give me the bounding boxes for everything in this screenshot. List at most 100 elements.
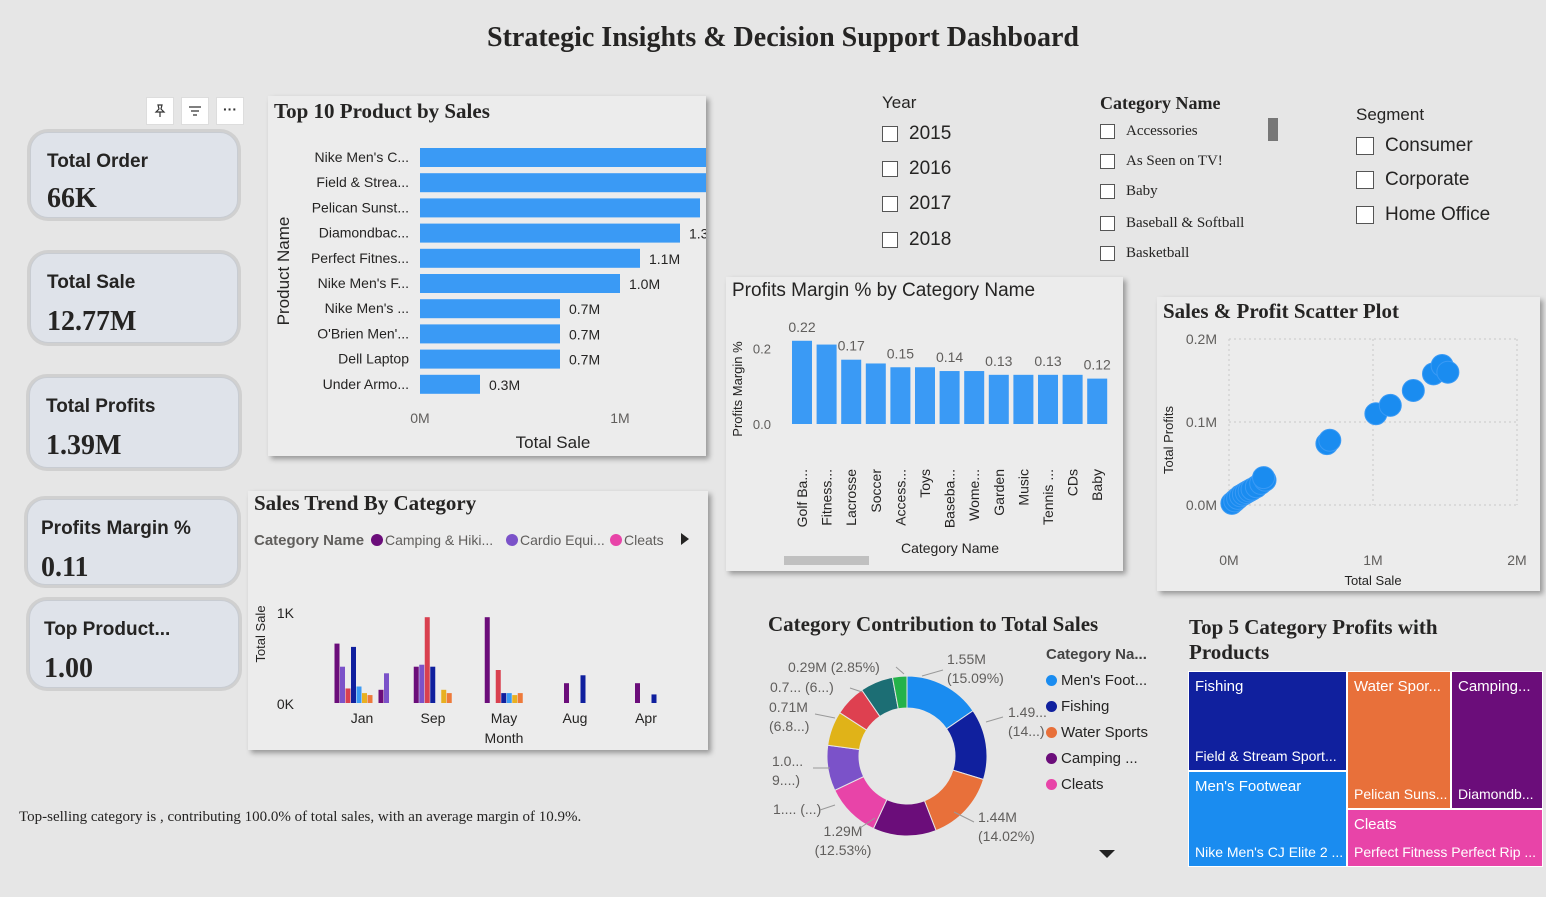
kpi-card-total-order: Total Order 66K xyxy=(30,132,238,218)
bar-value-label: 1.0M xyxy=(629,276,660,292)
legend-label: Water Sports xyxy=(1061,724,1148,741)
treemap-cell-mens-footwear[interactable]: Men's Footwear Nike Men's CJ Elite 2 ... xyxy=(1188,771,1347,867)
scatter-point xyxy=(1436,360,1460,384)
legend-item[interactable]: Water Sports xyxy=(1046,724,1148,741)
trend-bar xyxy=(484,617,490,703)
pin-icon[interactable] xyxy=(146,97,174,125)
bar-value-label: 0.7M xyxy=(569,326,600,342)
checkbox[interactable] xyxy=(1100,216,1115,231)
segment-option[interactable]: Consumer xyxy=(1356,135,1473,157)
year-option-2017[interactable]: 2017 xyxy=(882,193,951,215)
year-option-2015[interactable]: 2015 xyxy=(882,123,951,145)
legend-dot xyxy=(1046,779,1057,790)
checkbox[interactable] xyxy=(1356,171,1374,189)
x-tick-label: Lacrosse xyxy=(843,469,859,526)
trend-bar xyxy=(564,683,569,703)
checkbox[interactable] xyxy=(882,196,898,212)
segment-option[interactable]: Home Office xyxy=(1356,204,1490,226)
legend-scroll-down-icon[interactable] xyxy=(1099,850,1115,858)
trend-bar xyxy=(345,688,351,703)
year-option-2016[interactable]: 2016 xyxy=(882,158,951,180)
checkbox[interactable] xyxy=(882,232,898,248)
margin-bar xyxy=(1087,378,1108,424)
segment-option[interactable]: Corporate xyxy=(1356,169,1470,191)
bar-value-label: 0.17 xyxy=(838,338,865,354)
segment-slicer-title: Segment xyxy=(1356,105,1425,124)
year-slicer-title: Year xyxy=(882,93,917,112)
kpi-value: 1.00 xyxy=(44,653,93,684)
checkbox[interactable] xyxy=(1100,246,1115,261)
trend-bar xyxy=(495,670,501,703)
x-tick-label: Toys xyxy=(917,469,933,498)
margin-bar xyxy=(915,367,935,424)
trend-bar xyxy=(356,686,362,703)
more-options-icon[interactable]: ··· xyxy=(216,97,244,125)
category-option[interactable]: Baby xyxy=(1100,183,1158,200)
checkbox[interactable] xyxy=(1100,124,1115,139)
donut-legend: Category Na... Men's Foot... Fishing Wat… xyxy=(1046,646,1148,802)
y-axis-title: Total Profits xyxy=(1161,406,1176,474)
product-label: Nike Men's ... xyxy=(325,300,409,316)
checkbox[interactable] xyxy=(1356,206,1374,224)
checkbox[interactable] xyxy=(1100,154,1115,169)
trend-bar xyxy=(413,666,419,703)
bar-value-label: 1.3M xyxy=(689,226,706,242)
legend-item[interactable]: Camping ... xyxy=(1046,750,1148,767)
checkbox[interactable] xyxy=(1100,184,1115,199)
checkbox[interactable] xyxy=(882,161,898,177)
category-option[interactable]: As Seen on TV! xyxy=(1100,153,1223,170)
legend-label: Camping ... xyxy=(1061,750,1138,767)
margin-bar xyxy=(890,367,911,424)
y-axis-title: Total Sale xyxy=(253,605,268,662)
treemap-cell-camping[interactable]: Camping... Diamondb... xyxy=(1451,671,1543,809)
treemap-cell-water-sports[interactable]: Water Spor... Pelican Suns... xyxy=(1347,671,1451,809)
x-axis-title: Total Sale xyxy=(1344,573,1401,588)
category-option[interactable]: Accessories xyxy=(1100,123,1198,140)
margin-bar xyxy=(964,371,985,424)
x-tick-label: Golf Ba... xyxy=(794,469,810,527)
treemap-product: Nike Men's CJ Elite 2 ... xyxy=(1195,844,1344,860)
slice-label: 0.7... (6...) xyxy=(770,679,834,695)
donut-slice xyxy=(923,769,985,832)
scatter-chart: 0.0M 0.1M 0.2M 0M 1M 2M Total Sale Total Profit… xyxy=(1161,331,1527,588)
category-option[interactable]: Baseball & Softball xyxy=(1100,215,1244,232)
x-tick-label: 2M xyxy=(1507,552,1526,568)
legend-label: Cardio Equi... xyxy=(520,532,605,548)
y-axis-title: Product Name xyxy=(274,217,293,326)
y-tick-label: 0.1M xyxy=(1186,414,1217,430)
category-option-label: As Seen on TV! xyxy=(1126,153,1223,169)
filter-icon[interactable] xyxy=(181,97,209,125)
trend-bar xyxy=(430,666,436,703)
year-option-2018[interactable]: 2018 xyxy=(882,229,951,251)
y-tick-label: 0.0M xyxy=(1186,497,1217,513)
leader-line xyxy=(814,713,836,719)
treemap-cell-fishing[interactable]: Fishing Field & Stream Sport... xyxy=(1188,671,1347,771)
leader-line xyxy=(985,716,1004,723)
product-bar xyxy=(420,223,680,243)
x-tick-label: Wome... xyxy=(966,469,982,521)
kpi-label: Total Profits xyxy=(46,396,156,417)
bar-value-label: 0.12 xyxy=(1084,357,1111,373)
product-bar xyxy=(420,374,480,394)
product-bar xyxy=(420,248,640,268)
slice-label: (14...) xyxy=(1008,723,1045,739)
x-axis-title: Category Name xyxy=(901,540,999,556)
bar-value-label: 0.15 xyxy=(887,345,914,361)
bar-value-label: 0.22 xyxy=(788,319,815,335)
legend-item[interactable]: Cleats xyxy=(1046,776,1148,793)
x-tick-label: 1M xyxy=(610,410,629,426)
trend-chart: Category Name Camping & Hiki... Cardio Equ… xyxy=(253,532,689,746)
slicer-scrollbar[interactable] xyxy=(1268,118,1278,141)
checkbox[interactable] xyxy=(1356,137,1374,155)
category-option[interactable]: Basketball xyxy=(1100,245,1189,262)
product-label: Pelican Sunst... xyxy=(312,199,409,215)
treemap-cell-cleats[interactable]: Cleats Perfect Fitness Perfect Rip ... xyxy=(1347,809,1543,867)
slice-label: 1.29M xyxy=(824,823,863,839)
checkbox[interactable] xyxy=(882,126,898,142)
scatter-point xyxy=(1401,378,1425,402)
legend-item[interactable]: Fishing xyxy=(1046,698,1148,715)
year-slicer: Year xyxy=(882,93,916,113)
product-label: Diamondbac... xyxy=(319,225,409,241)
x-tick-label: Baby xyxy=(1089,469,1105,501)
legend-item[interactable]: Men's Foot... xyxy=(1046,672,1148,689)
